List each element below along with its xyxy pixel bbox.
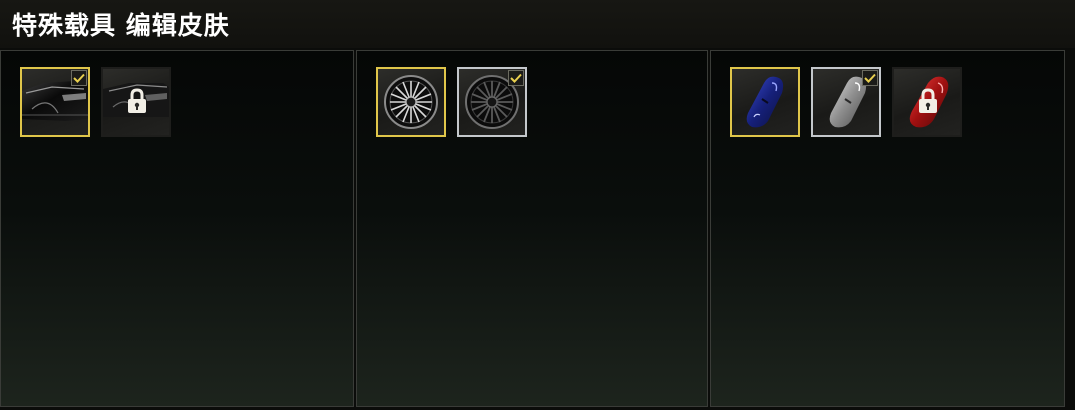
skin-slot-wheel-2[interactable]: [457, 67, 527, 137]
skin-slot-caliper-1[interactable]: [730, 67, 800, 137]
panel-wheels: [356, 50, 708, 407]
lock-icon: [919, 88, 937, 113]
lock-icon: [128, 88, 146, 113]
equipped-check-icon: [71, 70, 87, 86]
title-bar: 特殊载具 编辑皮肤: [0, 0, 1075, 48]
wheel-silver-spoke-icon: [384, 75, 438, 129]
skin-slot-body-1[interactable]: [20, 67, 90, 137]
skin-slot-caliper-3[interactable]: [892, 67, 962, 137]
skin-slot-body-2[interactable]: [101, 67, 171, 137]
skin-slot-caliper-2[interactable]: [811, 67, 881, 137]
equipped-check-icon: [508, 70, 524, 86]
equipped-check-icon: [862, 70, 878, 86]
brake-caliper-blue-icon: [746, 76, 784, 128]
skin-slot-wheel-1[interactable]: [376, 67, 446, 137]
page-title: 特殊载具 编辑皮肤: [12, 11, 230, 40]
panel-brake-calipers: [710, 50, 1065, 407]
panel-car-body: [0, 50, 354, 407]
